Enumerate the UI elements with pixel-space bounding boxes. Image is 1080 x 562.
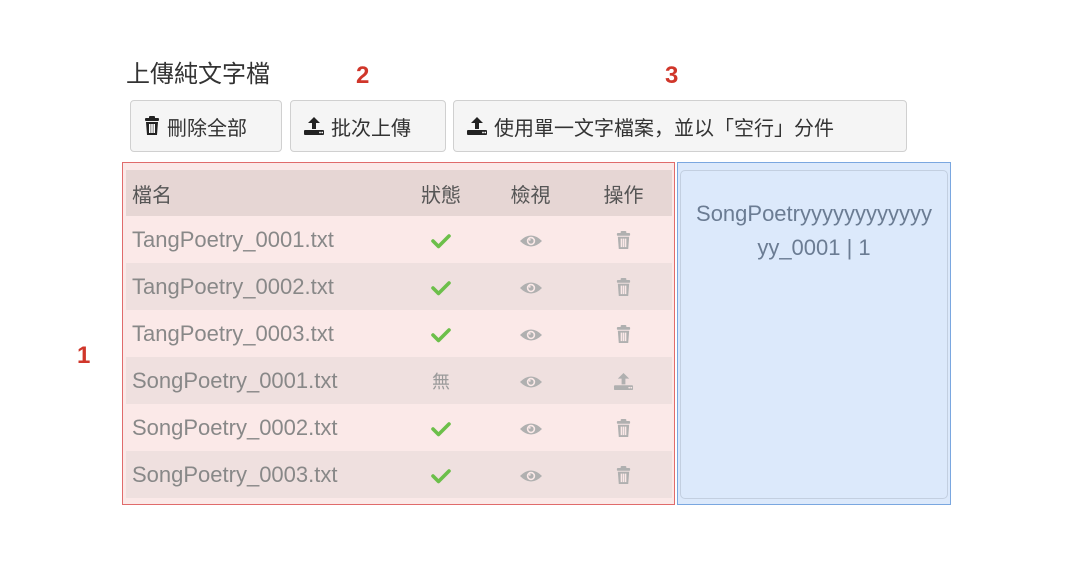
preview-panel: SongPoetryyyyyyyyyyyyyy_0001 | 1 (677, 162, 951, 505)
eye-icon[interactable] (486, 451, 575, 498)
upload-icon (466, 116, 488, 136)
marker-3: 3 (665, 62, 679, 89)
marker-1: 1 (77, 342, 91, 369)
status-none-label: 無 (432, 371, 450, 393)
eye-icon[interactable] (486, 216, 575, 263)
trash-icon (143, 116, 161, 136)
batch-upload-button[interactable]: 批次上傳 (290, 100, 446, 152)
check-icon (396, 216, 486, 263)
header-status: 狀態 (396, 170, 486, 216)
check-icon (396, 404, 486, 451)
eye-icon[interactable] (486, 310, 575, 357)
delete-all-label: 刪除全部 (167, 115, 247, 140)
upload-icon[interactable] (575, 357, 672, 404)
table-row: TangPoetry_0002.txt (126, 263, 672, 310)
table-row: TangPoetry_0001.txt (126, 216, 672, 263)
file-name: TangPoetry_0003.txt (126, 310, 396, 357)
status-text: 無 (396, 357, 486, 404)
header-action: 操作 (575, 170, 672, 216)
file-name: TangPoetry_0001.txt (126, 216, 396, 263)
check-icon (396, 451, 486, 498)
table-row: SongPoetry_0001.txt 無 (126, 357, 672, 404)
table-row: SongPoetry_0002.txt (126, 404, 672, 451)
check-icon (396, 310, 486, 357)
delete-icon[interactable] (575, 310, 672, 357)
file-name: SongPoetry_0001.txt (126, 357, 396, 404)
file-name: TangPoetry_0002.txt (126, 263, 396, 310)
delete-icon[interactable] (575, 216, 672, 263)
page-title: 上傳純文字檔 (126, 60, 270, 88)
delete-all-button[interactable]: 刪除全部 (130, 100, 282, 152)
eye-icon[interactable] (486, 357, 575, 404)
eye-icon[interactable] (486, 404, 575, 451)
table-row: TangPoetry_0003.txt (126, 310, 672, 357)
file-name: SongPoetry_0003.txt (126, 451, 396, 498)
batch-upload-label: 批次上傳 (331, 115, 411, 140)
table-row: SongPoetry_0003.txt (126, 451, 672, 498)
delete-icon[interactable] (575, 451, 672, 498)
delete-icon[interactable] (575, 263, 672, 310)
file-table: 檔名 狀態 檢視 操作 TangPoetry_0001.txt TangPoetr… (126, 170, 672, 498)
eye-icon[interactable] (486, 263, 575, 310)
check-icon (396, 263, 486, 310)
marker-2: 2 (356, 62, 370, 89)
file-list-panel: 檔名 狀態 檢視 操作 TangPoetry_0001.txt TangPoetr… (122, 162, 675, 505)
single-file-upload-label: 使用單一文字檔案，並以「空行」分件 (494, 115, 834, 140)
upload-icon (303, 116, 325, 136)
file-name: SongPoetry_0002.txt (126, 404, 396, 451)
header-filename: 檔名 (126, 170, 396, 216)
delete-icon[interactable] (575, 404, 672, 451)
single-file-upload-button[interactable]: 使用單一文字檔案，並以「空行」分件 (453, 100, 907, 152)
table-header-row: 檔名 狀態 檢視 操作 (126, 170, 672, 216)
header-view: 檢視 (486, 170, 575, 216)
preview-text: SongPoetryyyyyyyyyyyyyy_0001 | 1 (680, 170, 948, 499)
